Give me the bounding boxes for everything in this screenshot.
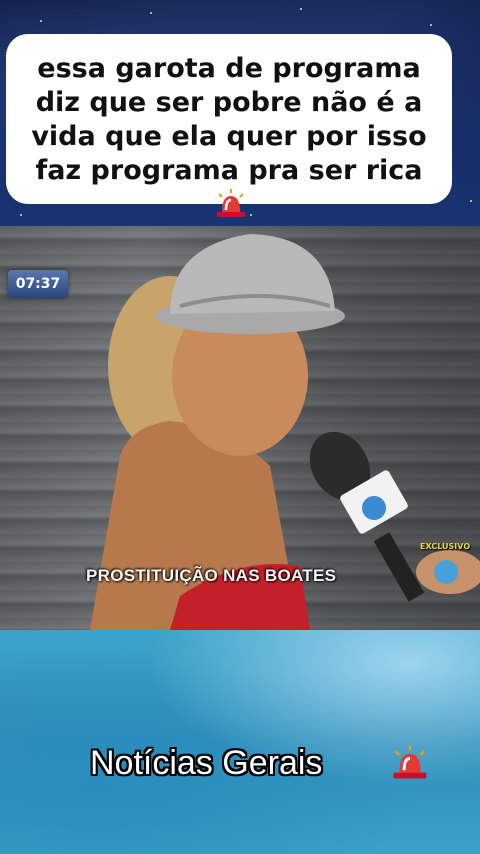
clock-badge: 07:37	[8, 270, 68, 298]
exclusive-badge: EXCLUSIVO	[420, 542, 471, 551]
siren-icon	[390, 742, 430, 786]
news-headline: PROSTITUIÇÃO NAS BOATES	[86, 566, 337, 585]
caption-text: essa garota de programa diz que ser pobr…	[31, 53, 427, 186]
siren-icon	[214, 188, 248, 227]
news-video-frame: 07:37 EXCLUSIVO PROSTITUIÇÃO NAS BOATES	[0, 226, 480, 630]
microphone-image	[309, 431, 480, 602]
channel-name: Notícias Gerais	[90, 744, 323, 782]
caption-box: essa garota de programa diz que ser pobr…	[6, 34, 452, 217]
